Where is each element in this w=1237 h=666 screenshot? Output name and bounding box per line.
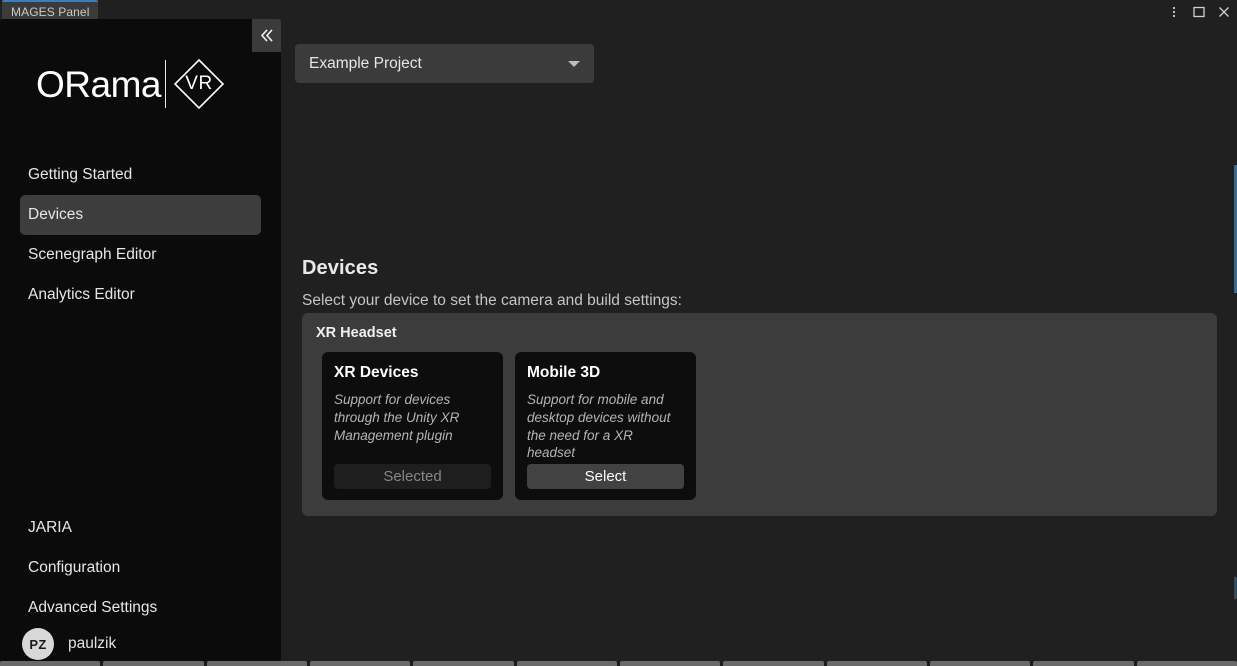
sidebar-item-advanced-settings[interactable]: Advanced Settings (20, 588, 261, 628)
sidebar: ORama VR Getting Started Devices Scenegr… (0, 19, 281, 666)
device-card-title: XR Devices (334, 364, 419, 381)
logo-diamond-badge: VR (172, 57, 226, 111)
taskbar-segment[interactable] (206, 661, 307, 666)
taskbar-segment[interactable] (0, 661, 101, 666)
taskbar-segment[interactable] (619, 661, 721, 666)
chevron-double-left-icon[interactable] (252, 19, 281, 52)
sidebar-item-label: Configuration (28, 559, 121, 576)
logo-badge-label: VR (185, 73, 213, 94)
sidebar-nav-primary: Getting Started Devices Scenegraph Edito… (0, 155, 281, 315)
logo-wordmark: ORama (36, 63, 161, 105)
logo-divider (164, 60, 166, 108)
taskbar-segment[interactable] (413, 661, 514, 666)
sidebar-item-jaria[interactable]: JARIA (20, 508, 261, 548)
sidebar-item-getting-started[interactable]: Getting Started (20, 155, 261, 195)
project-selector-dropdown[interactable]: Example Project (295, 44, 594, 83)
device-select-button-label: Select (584, 468, 627, 485)
taskbar-segment[interactable] (723, 661, 824, 666)
device-group-panel: XR Headset XR Devices Support for device… (302, 313, 1217, 516)
sidebar-item-label: Analytics Editor (28, 286, 135, 303)
close-icon[interactable] (1217, 5, 1231, 19)
device-group-title: XR Headset (316, 325, 397, 341)
taskbar-segment[interactable] (826, 661, 927, 666)
mages-panel-window: MAGES Panel ORama VR Getting Started Dev… (0, 0, 1237, 666)
sidebar-item-label: Scenegraph Editor (28, 246, 157, 263)
page-title: Devices (302, 257, 379, 279)
sidebar-item-label: JARIA (28, 519, 72, 536)
sidebar-nav-secondary: JARIA Configuration Advanced Settings (0, 508, 281, 628)
device-select-button-mobile-3d[interactable]: Select (527, 464, 684, 489)
sidebar-item-label: Advanced Settings (28, 599, 158, 616)
sidebar-item-analytics-editor[interactable]: Analytics Editor (20, 275, 261, 315)
more-options-icon[interactable] (1167, 5, 1181, 19)
device-card-description: Support for devices through the Unity XR… (334, 392, 460, 443)
chevron-down-icon (568, 60, 580, 67)
taskbar-segment[interactable] (1136, 661, 1237, 666)
taskbar-segment[interactable] (1033, 661, 1134, 666)
page-subtitle: Select your device to set the camera and… (302, 292, 682, 309)
bottom-taskbar-strip (0, 661, 1237, 666)
device-card-description: Support for mobile and desktop devices w… (527, 392, 671, 461)
sidebar-item-label: Getting Started (28, 166, 133, 183)
device-select-button-xr-devices[interactable]: Selected (334, 464, 491, 489)
user-account-row[interactable]: PZ paulzik (22, 628, 116, 660)
taskbar-segment[interactable] (103, 661, 204, 666)
main-content: Example Project Devices Select your devi… (281, 19, 1237, 666)
sidebar-item-configuration[interactable]: Configuration (20, 548, 261, 588)
device-card-title: Mobile 3D (527, 364, 601, 381)
taskbar-segment[interactable] (516, 661, 617, 666)
avatar: PZ (22, 628, 54, 660)
device-card-mobile-3d[interactable]: Mobile 3D Support for mobile and desktop… (515, 352, 696, 500)
maximize-icon[interactable] (1192, 5, 1206, 19)
device-select-button-label: Selected (383, 468, 442, 485)
tab-label: MAGES Panel (11, 5, 90, 19)
sidebar-item-devices[interactable]: Devices (20, 195, 261, 235)
taskbar-segment[interactable] (309, 661, 411, 666)
orama-vr-logo: ORama VR (36, 58, 226, 110)
sidebar-item-label: Devices (28, 206, 84, 223)
user-name-label: paulzik (68, 635, 117, 652)
project-selector-value: Example Project (309, 54, 422, 72)
taskbar-segment[interactable] (929, 661, 1031, 666)
device-card-xr-devices[interactable]: XR Devices Support for devices through t… (322, 352, 503, 500)
sidebar-item-scenegraph-editor[interactable]: Scenegraph Editor (20, 235, 261, 275)
device-card-list: XR Devices Support for devices through t… (322, 352, 696, 500)
